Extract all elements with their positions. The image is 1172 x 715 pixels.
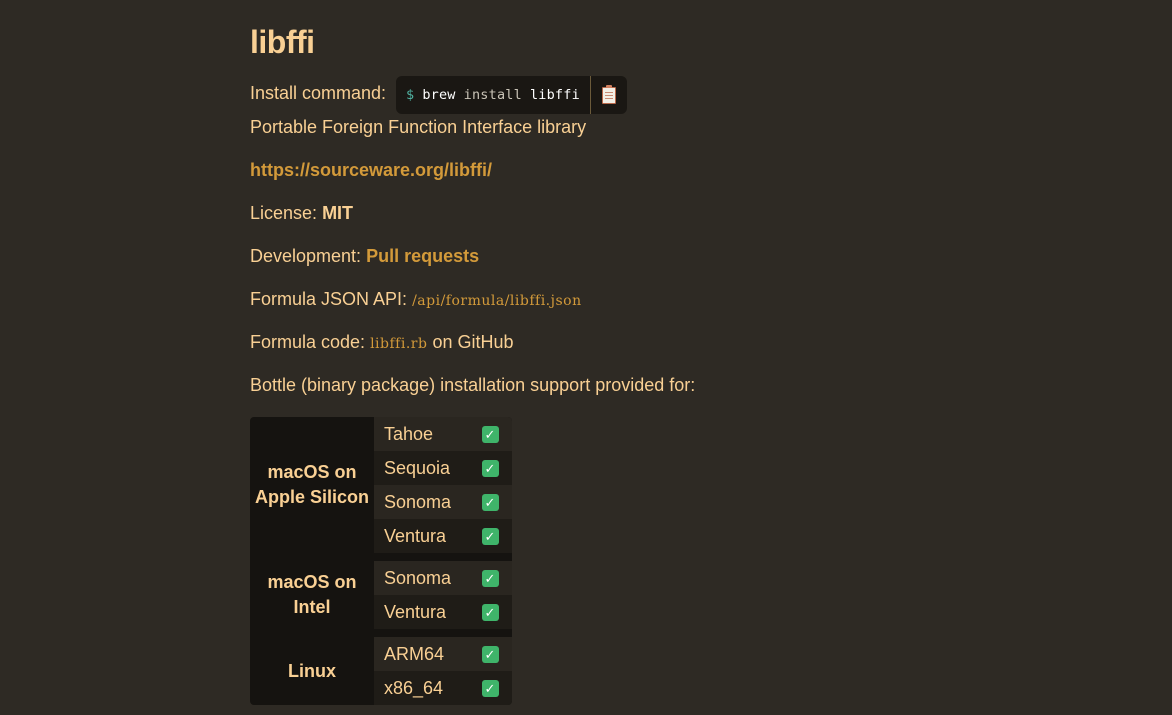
os-version: Tahoe — [374, 417, 468, 451]
os-version: Ventura — [374, 519, 468, 553]
development-label: Development: — [250, 246, 362, 266]
homepage-link[interactable]: https://sourceware.org/libffi/ — [250, 160, 492, 180]
command-prompt: $ — [406, 87, 415, 103]
platform-group-label: macOS on Intel — [250, 561, 374, 629]
check-mark-icon: ✓ — [481, 494, 499, 512]
api-path-link[interactable]: /api/formula/libffi.json — [412, 293, 582, 309]
check-mark-icon: ✓ — [481, 426, 499, 444]
command-package: libffi — [529, 87, 580, 103]
os-version: x86_64 — [374, 671, 468, 705]
development-row: Development: Pull requests — [250, 245, 479, 267]
group-separator — [250, 629, 512, 637]
platform-name-line: Apple Silicon — [254, 487, 369, 507]
support-status: ✓ — [468, 451, 512, 485]
clipboard-icon — [601, 84, 616, 104]
os-version: Ventura — [374, 595, 468, 629]
platform-name-line: macOS on — [267, 462, 357, 482]
check-mark-icon: ✓ — [481, 460, 499, 478]
support-status: ✓ — [468, 561, 512, 595]
support-status: ✓ — [468, 519, 512, 553]
api-row: Formula JSON API: /api/formula/libffi.js… — [250, 288, 582, 312]
check-mark-icon: ✓ — [481, 604, 499, 622]
install-label: Install command: — [250, 83, 387, 103]
bottle-row: Linux ARM64 ✓ — [250, 637, 512, 681]
platform-name-line: Intel — [293, 597, 331, 617]
platform-group-label: Linux — [250, 637, 374, 705]
os-version: Sequoia — [374, 451, 468, 485]
license-label: License: — [250, 203, 318, 223]
install-command-box: $ brew install libffi — [396, 76, 627, 114]
group-separator — [250, 553, 512, 561]
bottle-row: macOS on Intel Sonoma ✓ — [250, 561, 512, 617]
license-row: License: MIT — [250, 202, 353, 224]
check-mark-icon: ✓ — [481, 680, 499, 698]
os-version: Sonoma — [374, 561, 468, 595]
formula-code-suffix: on GitHub — [432, 332, 514, 352]
support-status: ✓ — [468, 485, 512, 519]
platform-group-label: macOS on Apple Silicon — [250, 417, 374, 553]
install-command[interactable]: $ brew install libffi — [396, 76, 590, 114]
os-version: ARM64 — [374, 637, 468, 671]
platform-name-line: Linux — [288, 660, 336, 681]
bottle-table: macOS on Apple Silicon Tahoe ✓ Sequoia ✓ Sonom… — [250, 417, 512, 705]
support-status: ✓ — [468, 671, 512, 705]
command-install: install — [463, 87, 522, 103]
install-row: Install command: $ brew install libffi — [250, 76, 627, 114]
formula-description: Portable Foreign Function Interface libr… — [250, 117, 587, 137]
page-title: libffi — [250, 24, 315, 60]
check-mark-icon: ✓ — [481, 528, 499, 546]
command-brew: brew — [422, 87, 456, 103]
bottle-row: macOS on Apple Silicon Tahoe ✓ — [250, 417, 512, 507]
os-version: Sonoma — [374, 485, 468, 519]
copy-button[interactable] — [589, 76, 627, 114]
license-value: MIT — [322, 203, 354, 223]
bottle-support-text: Bottle (binary package) installation sup… — [250, 375, 696, 395]
check-mark-icon: ✓ — [481, 570, 499, 588]
pull-requests-link[interactable]: Pull requests — [366, 246, 479, 266]
formula-file-link[interactable]: libffi.rb — [370, 336, 427, 352]
api-label: Formula JSON API: — [250, 289, 408, 309]
homepage-row: https://sourceware.org/libffi/ — [250, 159, 492, 181]
support-status: ✓ — [468, 417, 512, 451]
formula-code-row: Formula code: libffi.rb on GitHub — [250, 331, 514, 355]
support-status: ✓ — [468, 595, 512, 629]
formula-code-label: Formula code: — [250, 332, 366, 352]
check-mark-icon: ✓ — [481, 646, 499, 664]
platform-name-line: macOS on — [267, 572, 357, 592]
support-status: ✓ — [468, 637, 512, 671]
